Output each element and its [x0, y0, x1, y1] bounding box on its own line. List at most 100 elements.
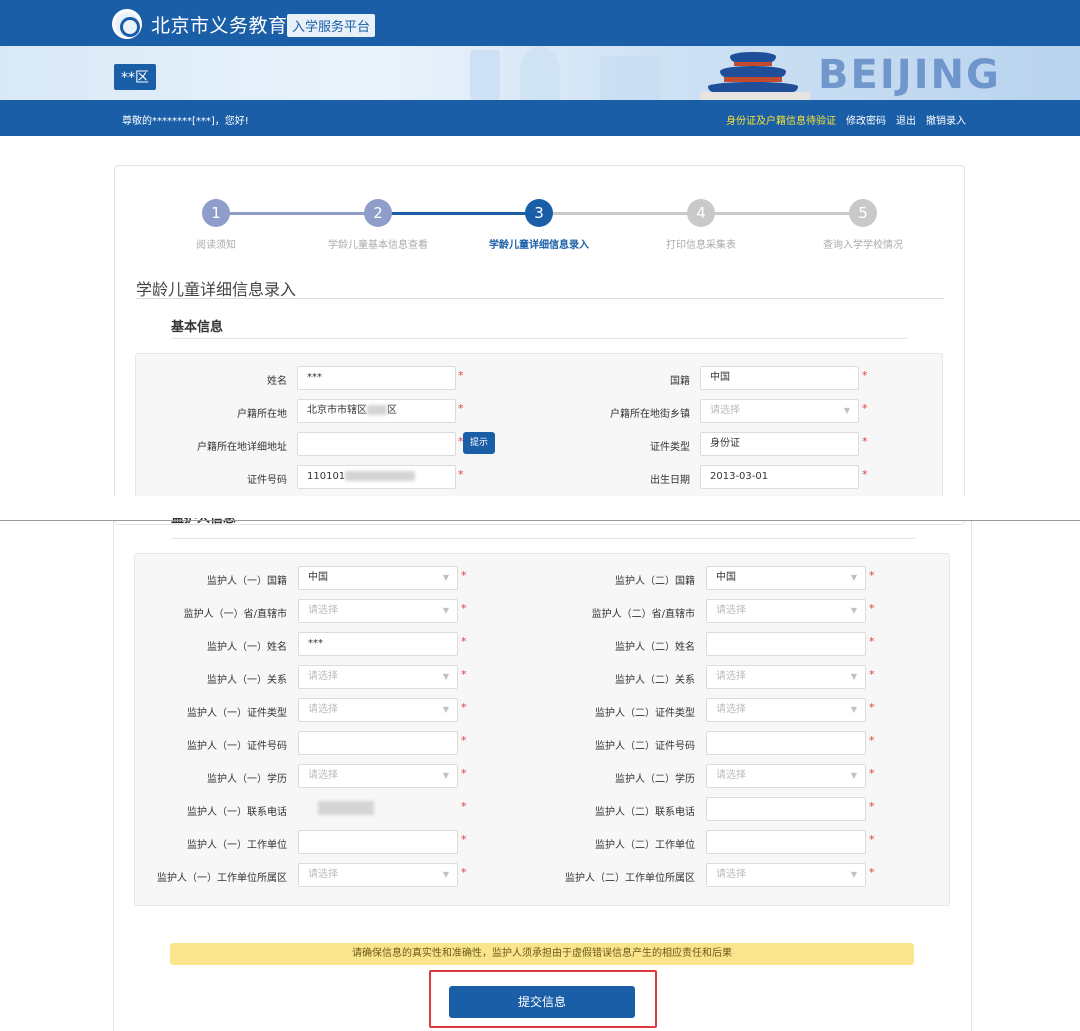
guardian1-relation-select[interactable]: 请选择 ▼ — [298, 665, 458, 689]
nationality-input[interactable]: 中国 — [700, 366, 859, 390]
step-3-circle: 3 — [525, 199, 553, 227]
guardian2-employer-input[interactable] — [706, 830, 866, 854]
guardian1-id-number-input[interactable] — [298, 731, 458, 755]
guardian1-province-select[interactable]: 请选择 ▼ — [298, 599, 458, 623]
guardian1-province-label: 监护人（一）省/直辖市 — [183, 609, 287, 620]
card-border — [113, 520, 114, 1031]
hukou-street-label: 户籍所在地街乡镇 — [610, 409, 690, 420]
guardian2-nationality-select[interactable]: 中国 ▼ — [706, 566, 866, 590]
guardian1-name-input[interactable]: *** — [298, 632, 458, 656]
guardian2-relation-placeholder: 请选择 — [716, 671, 746, 682]
guardian1-phone-input[interactable] — [298, 797, 458, 821]
hukou-street-select[interactable]: 请选择 ▼ — [700, 399, 859, 423]
change-password-link[interactable]: 修改密码 — [846, 112, 886, 127]
guardian2-relation-label: 监护人（二）关系 — [615, 675, 695, 686]
guardian1-id-type-select[interactable]: 请选择 ▼ — [298, 698, 458, 722]
chevron-down-icon: ▼ — [850, 771, 857, 780]
screenshot-seam — [0, 496, 1080, 520]
guardian2-name-input[interactable] — [706, 632, 866, 656]
chevron-down-icon: ▼ — [442, 606, 449, 615]
step-connector — [378, 212, 540, 215]
guardian2-id-number-input[interactable] — [706, 731, 866, 755]
id-type-input[interactable]: 身份证 — [700, 432, 859, 456]
banner-decoration — [600, 56, 660, 100]
required-mark: * — [461, 800, 467, 813]
guardian1-province-placeholder: 请选择 — [308, 605, 338, 616]
guardian2-province-label: 监护人（二）省/直辖市 — [591, 609, 695, 620]
cancel-entry-link[interactable]: 撤销录入 — [926, 112, 966, 127]
guardian2-id-type-label: 监护人（二）证件类型 — [595, 708, 695, 719]
id-number-label: 证件号码 — [247, 475, 287, 486]
chevron-down-icon: ▼ — [850, 606, 857, 615]
divider — [171, 338, 907, 339]
submit-button[interactable]: 提交信息 — [449, 986, 635, 1018]
child-name-label: 姓名 — [267, 376, 287, 387]
chevron-down-icon: ▼ — [850, 870, 857, 879]
required-mark: * — [461, 767, 467, 780]
greeting-text: 尊敬的********[***]，您好! — [122, 116, 249, 127]
required-mark: * — [461, 701, 467, 714]
required-mark: * — [869, 734, 875, 747]
guardian1-nationality-label: 监护人（一）国籍 — [207, 576, 287, 587]
step-5-label: 查询入学学校情况 — [823, 240, 903, 251]
step-1-circle: 1 — [202, 199, 230, 227]
id-number-input[interactable]: 110101 — [297, 465, 456, 489]
guardian2-employer-district-placeholder: 请选择 — [716, 869, 746, 880]
basic-info-heading: 基本信息 — [171, 320, 224, 335]
required-mark: * — [461, 734, 467, 747]
guardian2-phone-input[interactable] — [706, 797, 866, 821]
logout-link[interactable]: 退出 — [896, 112, 916, 127]
required-mark: * — [862, 468, 868, 481]
banner-decoration — [470, 50, 500, 100]
divider — [171, 538, 915, 539]
birthdate-input[interactable]: 2013-03-01 — [700, 465, 859, 489]
hukou-value-suffix: 区 — [387, 405, 397, 416]
accuracy-notice: 请确保信息的真实性和准确性，监护人须承担由于虚假错误信息产生的相应责任和后果 — [170, 943, 914, 965]
guardian2-relation-select[interactable]: 请选择 ▼ — [706, 665, 866, 689]
guardian2-nationality-value: 中国 — [716, 572, 736, 583]
step-5-circle: 5 — [849, 199, 877, 227]
guardian2-employer-district-select[interactable]: 请选择 ▼ — [706, 863, 866, 887]
guardian1-nationality-select[interactable]: 中国 ▼ — [298, 566, 458, 590]
guardian2-province-select[interactable]: 请选择 ▼ — [706, 599, 866, 623]
guardian1-employer-label: 监护人（一）工作单位 — [187, 840, 287, 851]
guardian1-employer-district-label: 监护人（一）工作单位所属区 — [157, 873, 287, 884]
guardian1-education-select[interactable]: 请选择 ▼ — [298, 764, 458, 788]
guardian2-education-placeholder: 请选择 — [716, 770, 746, 781]
required-mark: * — [461, 602, 467, 615]
chevron-down-icon: ▼ — [442, 705, 449, 714]
step-4-label: 打印信息采集表 — [666, 240, 736, 251]
required-mark: * — [461, 866, 467, 879]
id-pending-link[interactable]: 身份证及户籍信息待验证 — [726, 112, 836, 127]
banner-decoration — [520, 46, 560, 100]
guardian1-id-type-placeholder: 请选择 — [308, 704, 338, 715]
divider — [136, 298, 944, 299]
required-mark: * — [461, 668, 467, 681]
guardian2-education-label: 监护人（二）学历 — [615, 774, 695, 785]
hukou-address-input[interactable] — [297, 432, 456, 456]
guardian2-education-select[interactable]: 请选择 ▼ — [706, 764, 866, 788]
user-links: 身份证及户籍信息待验证 修改密码 退出 撤销录入 — [726, 112, 966, 127]
birthdate-label: 出生日期 — [650, 475, 690, 486]
tip-button[interactable]: 提示 — [463, 432, 495, 454]
child-name-input[interactable]: *** — [297, 366, 456, 390]
guardian1-relation-placeholder: 请选择 — [308, 671, 338, 682]
guardian2-id-type-select[interactable]: 请选择 ▼ — [706, 698, 866, 722]
guardian1-employer-district-select[interactable]: 请选择 ▼ — [298, 863, 458, 887]
step-connector — [216, 212, 378, 215]
chevron-down-icon: ▼ — [442, 870, 449, 879]
step-3-label: 学龄儿童详细信息录入 — [489, 240, 589, 251]
hukou-street-placeholder: 请选择 — [710, 405, 740, 416]
chevron-down-icon: ▼ — [850, 573, 857, 582]
district-badge: **区 — [114, 64, 156, 90]
guardian1-employer-district-placeholder: 请选择 — [308, 869, 338, 880]
hukou-input[interactable]: 北京市市辖区 区 — [297, 399, 456, 423]
required-mark: * — [862, 402, 868, 415]
guardian1-employer-input[interactable] — [298, 830, 458, 854]
required-mark: * — [458, 402, 464, 415]
required-mark: * — [869, 833, 875, 846]
chevron-down-icon: ▼ — [442, 771, 449, 780]
required-mark: * — [461, 569, 467, 582]
guardian1-id-type-label: 监护人（一）证件类型 — [187, 708, 287, 719]
chevron-down-icon: ▼ — [843, 406, 850, 415]
